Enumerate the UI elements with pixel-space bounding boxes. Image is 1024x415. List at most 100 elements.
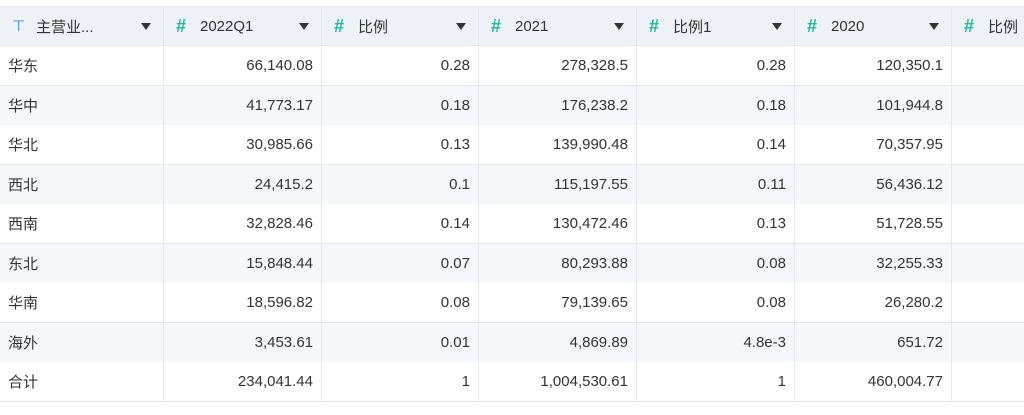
column-header-label: 2020 <box>831 17 865 35</box>
value-cell[interactable] <box>952 322 1024 363</box>
value-cell[interactable] <box>952 283 1024 323</box>
value-cell[interactable]: 0.28 <box>637 46 795 86</box>
region-cell[interactable]: 海外 <box>0 322 164 363</box>
table-row[interactable]: 海外 3,453.61 0.01 4,869.89 4.8e-3 651.72 <box>0 322 1024 363</box>
value-cell[interactable]: 139,990.48 <box>479 125 637 165</box>
column-header-label: 比例 <box>988 18 1019 36</box>
value-cell[interactable]: 0.14 <box>637 125 795 165</box>
value-cell[interactable] <box>952 362 1024 402</box>
column-header-region[interactable]: ⊤ 主营业... <box>0 6 164 46</box>
value-cell[interactable]: 0.08 <box>322 283 479 323</box>
caret-down-icon[interactable] <box>929 22 939 30</box>
value-cell[interactable] <box>952 204 1024 244</box>
number-type-icon: # <box>491 15 502 36</box>
table-row[interactable]: 华北 30,985.66 0.13 139,990.48 0.14 70,357.95 <box>0 125 1024 165</box>
value-cell[interactable]: 1,004,530.61 <box>479 362 637 402</box>
value-cell[interactable]: 26,280.2 <box>795 283 952 323</box>
table-row[interactable]: 合计 234,041.44 1 1,004,530.61 1 460,004.77 <box>0 362 1024 402</box>
number-type-icon: # <box>334 15 345 36</box>
value-cell[interactable]: 460,004.77 <box>795 362 952 402</box>
value-cell[interactable]: 0.08 <box>637 243 795 284</box>
value-cell[interactable] <box>952 164 1024 205</box>
value-cell[interactable]: 651.72 <box>795 322 952 363</box>
value-cell[interactable]: 1 <box>322 362 479 402</box>
caret-down-icon[interactable] <box>299 22 309 30</box>
value-cell[interactable]: 0.28 <box>322 46 479 86</box>
number-type-icon: # <box>649 15 660 36</box>
caret-down-icon[interactable] <box>772 22 782 30</box>
value-cell[interactable] <box>952 243 1024 284</box>
column-header-ratio1[interactable]: # 比例1 <box>637 6 795 46</box>
value-cell[interactable]: 32,255.33 <box>795 243 952 284</box>
value-cell[interactable]: 32,828.46 <box>164 204 322 244</box>
value-cell[interactable]: 278,328.5 <box>479 46 637 86</box>
region-cell[interactable]: 西北 <box>0 164 164 205</box>
value-cell[interactable]: 79,139.65 <box>479 283 637 323</box>
value-cell[interactable]: 0.14 <box>322 204 479 244</box>
table-row[interactable]: 西北 24,415.2 0.1 115,197.55 0.11 56,436.12 <box>0 164 1024 205</box>
value-cell[interactable] <box>952 46 1024 86</box>
value-cell[interactable]: 66,140.08 <box>164 46 322 86</box>
value-cell[interactable]: 51,728.55 <box>795 204 952 244</box>
value-cell[interactable]: 0.13 <box>637 204 795 244</box>
value-cell[interactable] <box>952 125 1024 165</box>
column-header-label: 2022Q1 <box>200 17 254 35</box>
value-cell[interactable]: 115,197.55 <box>479 164 637 205</box>
table-row[interactable]: 华东 66,140.08 0.28 278,328.5 0.28 120,350.1 <box>0 46 1024 86</box>
region-cell[interactable]: 华中 <box>0 85 164 126</box>
column-header-label: 2021 <box>515 17 549 35</box>
column-header-ratio[interactable]: # 比例 <box>322 6 479 46</box>
region-cell[interactable]: 华南 <box>0 283 164 323</box>
region-cell[interactable]: 合计 <box>0 362 164 402</box>
value-cell[interactable]: 80,293.88 <box>479 243 637 284</box>
region-cell[interactable]: 西南 <box>0 204 164 244</box>
value-cell[interactable]: 24,415.2 <box>164 164 322 205</box>
value-cell[interactable]: 56,436.12 <box>795 164 952 205</box>
table-row[interactable]: 东北 15,848.44 0.07 80,293.88 0.08 32,255.33 <box>0 243 1024 284</box>
column-header-ratio2[interactable]: # 比例 <box>952 6 1024 46</box>
number-type-icon: # <box>176 15 187 36</box>
column-header-2020[interactable]: # 2020 <box>795 6 952 46</box>
value-cell[interactable]: 0.18 <box>637 85 795 126</box>
number-type-icon: # <box>807 15 818 36</box>
table-header: ⊤ 主营业... # 2022Q1 # 比例 # 2021 # 比例1 # 20… <box>0 6 1024 46</box>
value-cell[interactable]: 1 <box>637 362 795 402</box>
text-type-icon: ⊤ <box>12 18 26 35</box>
column-header-2021[interactable]: # 2021 <box>479 6 637 46</box>
column-header-2022q1[interactable]: # 2022Q1 <box>164 6 322 46</box>
region-cell[interactable]: 华北 <box>0 125 164 165</box>
value-cell[interactable]: 41,773.17 <box>164 85 322 126</box>
value-cell[interactable]: 3,453.61 <box>164 322 322 363</box>
value-cell[interactable]: 0.18 <box>322 85 479 126</box>
number-type-icon: # <box>964 15 975 36</box>
value-cell[interactable]: 4,869.89 <box>479 322 637 363</box>
table-row[interactable]: 华中 41,773.17 0.18 176,238.2 0.18 101,944.8 <box>0 85 1024 126</box>
value-cell[interactable]: 0.07 <box>322 243 479 284</box>
value-cell[interactable]: 130,472.46 <box>479 204 637 244</box>
value-cell[interactable]: 30,985.66 <box>164 125 322 165</box>
data-table: ⊤ 主营业... # 2022Q1 # 比例 # 2021 # 比例1 # 20… <box>0 0 1024 415</box>
value-cell[interactable]: 15,848.44 <box>164 243 322 284</box>
caret-down-icon[interactable] <box>141 22 151 30</box>
value-cell[interactable]: 0.08 <box>637 283 795 323</box>
value-cell[interactable]: 18,596.82 <box>164 283 322 323</box>
table-row[interactable]: 华南 18,596.82 0.08 79,139.65 0.08 26,280.2 <box>0 283 1024 323</box>
region-cell[interactable]: 东北 <box>0 243 164 284</box>
value-cell[interactable]: 4.8e-3 <box>637 322 795 363</box>
value-cell[interactable]: 0.13 <box>322 125 479 165</box>
value-cell[interactable]: 101,944.8 <box>795 85 952 126</box>
value-cell[interactable]: 0.11 <box>637 164 795 205</box>
table-row[interactable]: 西南 32,828.46 0.14 130,472.46 0.13 51,728.55 <box>0 204 1024 244</box>
column-header-label: 比例1 <box>673 18 712 36</box>
value-cell[interactable]: 176,238.2 <box>479 85 637 126</box>
column-header-label: 比例 <box>358 18 389 36</box>
value-cell[interactable]: 0.1 <box>322 164 479 205</box>
caret-down-icon[interactable] <box>614 22 624 30</box>
value-cell[interactable]: 0.01 <box>322 322 479 363</box>
caret-down-icon[interactable] <box>456 22 466 30</box>
value-cell[interactable]: 70,357.95 <box>795 125 952 165</box>
value-cell[interactable]: 234,041.44 <box>164 362 322 402</box>
region-cell[interactable]: 华东 <box>0 46 164 86</box>
value-cell[interactable] <box>952 85 1024 126</box>
value-cell[interactable]: 120,350.1 <box>795 46 952 86</box>
